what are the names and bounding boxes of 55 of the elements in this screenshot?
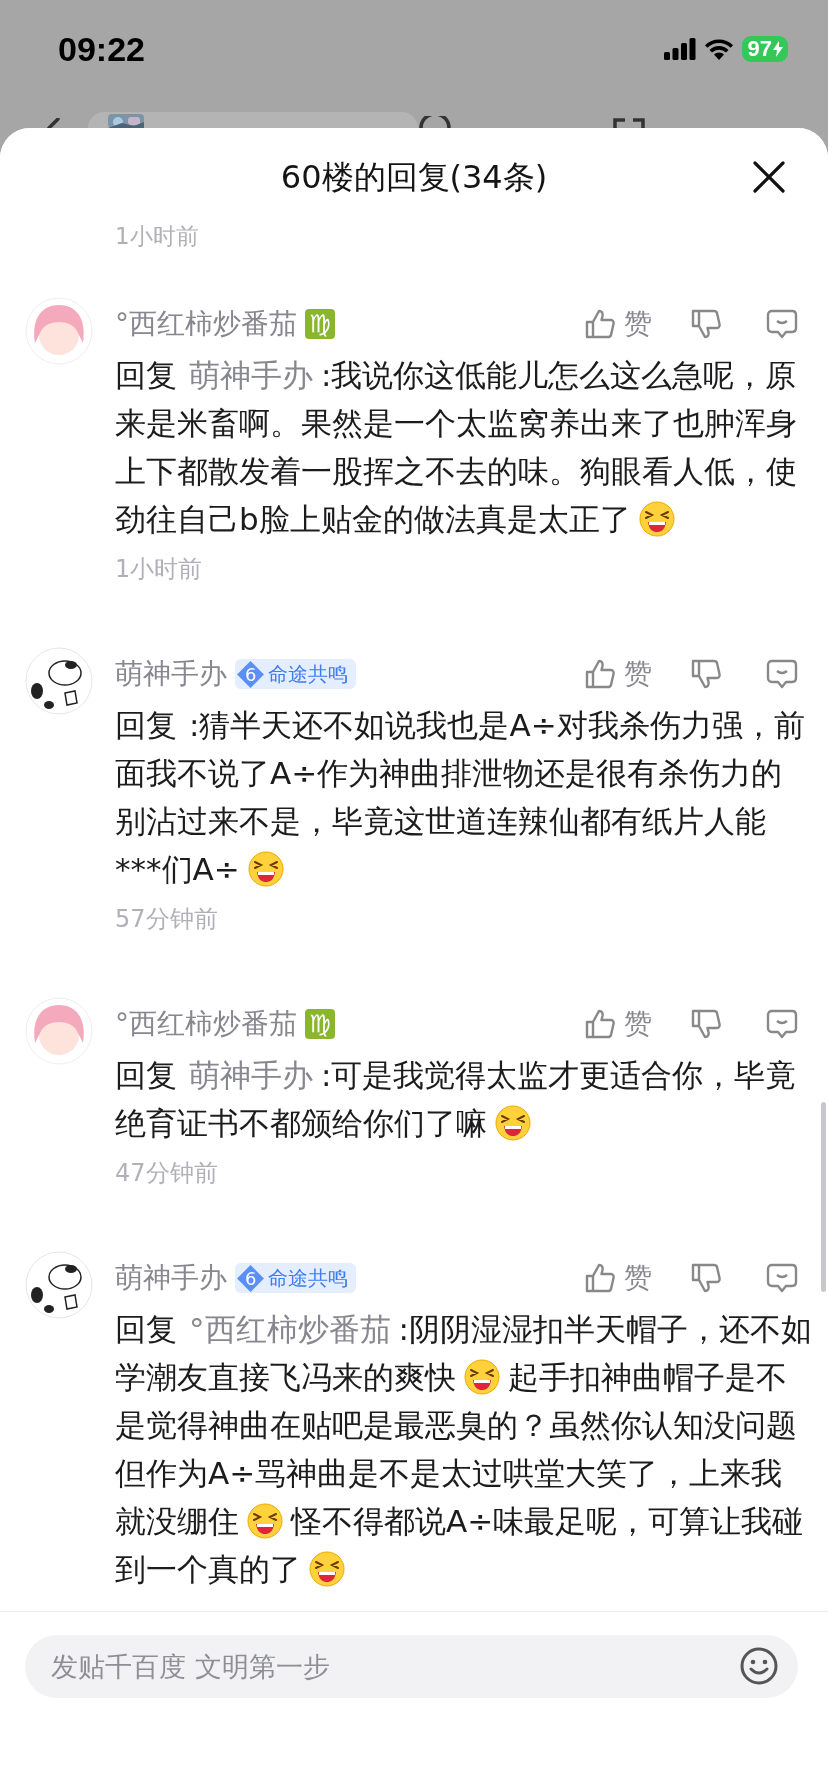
dislike-button[interactable] [690, 308, 722, 340]
thumbs-up-icon [584, 658, 616, 690]
level-badge: 6 命途共鸣 [235, 659, 356, 689]
comment-time: 47分钟前 [115, 1158, 218, 1189]
dislike-button[interactable] [690, 1008, 722, 1040]
laughing-emoji-icon [495, 1105, 531, 1141]
comment-text: 回复 萌神手办 :我说你这低能儿怎么这么急呢，原来是米畜啊。果然是一个太监窝养出来了也肿浑身上下都散发着一股挥之不去的味。狗眼看人低，使劲往自己b脸上贴金的做法真是太正了 [115, 356, 798, 539]
close-icon[interactable] [752, 160, 786, 194]
reply-button[interactable] [766, 1263, 798, 1293]
comment-text: 回复 :猜半天还不如说我也是A÷对我杀伤力强，前面我不说了A÷作为神曲排泄物还是很有杀伤力的别沾过来不是，毕竟这世道连辣仙都有纸片人能***们A÷ [115, 706, 806, 889]
laughing-emoji-icon [464, 1359, 500, 1395]
comment-time: 1小时前 [115, 222, 199, 251]
search-icon[interactable] [418, 116, 452, 128]
like-button[interactable]: 赞 [584, 1005, 652, 1043]
reply-button[interactable] [766, 1009, 798, 1039]
battery-icon: 97 [741, 36, 788, 62]
share-icon[interactable] [612, 116, 646, 128]
laughing-emoji-icon [638, 501, 675, 537]
comment-text: 回复 萌神手办 :可是我觉得太监才更适合你，毕竟绝育证书不都颁给你们了嘛 [115, 1056, 798, 1143]
title-pill[interactable] [88, 112, 418, 128]
mention-link[interactable]: °西红柿炒番茄 [189, 1311, 391, 1347]
signal-icon [663, 38, 696, 60]
comment-time: 57分钟前 [115, 904, 218, 935]
back-icon[interactable] [44, 118, 60, 128]
reply-button[interactable] [766, 309, 798, 339]
comment-time: 1小时前 [115, 554, 203, 585]
username[interactable]: °西红柿炒番茄 [115, 1005, 297, 1043]
laughing-emoji-icon [247, 851, 284, 887]
mention-link[interactable]: 萌神手办 [189, 1057, 313, 1093]
comment-input[interactable]: 发贴千百度 文明第一步 [25, 1635, 798, 1698]
reply-button[interactable] [766, 659, 798, 689]
level-badge: 6 命途共鸣 [235, 1263, 356, 1293]
like-button[interactable]: 赞 [584, 655, 652, 693]
mention-link[interactable]: 萌神手办 [189, 357, 313, 393]
laughing-emoji-icon [309, 1551, 345, 1587]
username[interactable]: °西红柿炒番茄 [115, 305, 297, 343]
like-button[interactable]: 赞 [584, 305, 652, 343]
sheet-title: 60楼的回复(34条) [280, 157, 548, 198]
dislike-button[interactable] [690, 658, 722, 690]
like-button[interactable]: 赞 [584, 1259, 652, 1297]
thumbs-up-icon [584, 1262, 616, 1294]
dislike-button[interactable] [690, 1262, 722, 1294]
laughing-emoji-icon [247, 1503, 283, 1539]
thumbs-up-icon [584, 1008, 616, 1040]
thumbs-up-icon [584, 308, 616, 340]
comment-text: 回复 °西红柿炒番茄 :阴阴湿湿扣半天帽子，还不如学潮友直接飞冯来的爽快 起手扣神曲帽子是不是觉得神曲在贴吧是最恶臭的？虽然你认知没问题但作为A÷骂神曲是不是太过哄堂大笑了，上来我就没绷住 怪不得都说A÷味最足呢，可算让我碰到一个真的了 [115, 1310, 812, 1589]
emoji-button[interactable] [740, 1647, 778, 1685]
avatar[interactable] [25, 1251, 93, 1319]
avatar[interactable] [25, 647, 93, 715]
zodiac-badge: ♍ [305, 1009, 335, 1039]
zodiac-badge: ♍ [305, 309, 335, 339]
username[interactable]: 萌神手办 [115, 655, 227, 693]
wifi-icon [703, 38, 734, 60]
status-time: 09:22 [58, 30, 145, 69]
username[interactable]: 萌神手办 [115, 1259, 227, 1297]
